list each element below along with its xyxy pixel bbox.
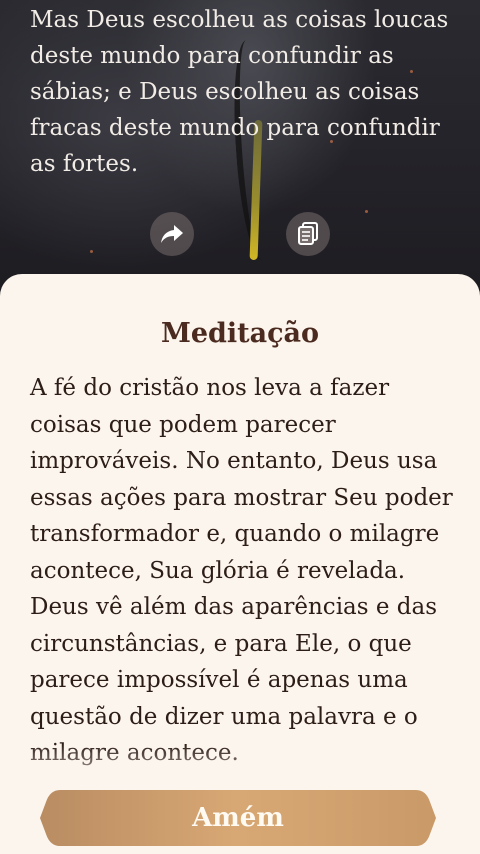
share-button[interactable] xyxy=(150,212,194,256)
verse-text: Mas Deus escolheu as coisas loucas deste… xyxy=(30,7,449,177)
copy-icon xyxy=(298,222,318,245)
meditation-sheet: Meditação A fé do cristão nos leva a faz… xyxy=(0,274,480,854)
amen-button[interactable]: Amém xyxy=(40,788,436,848)
meditation-text: A fé do cristão nos leva a fazer coisas … xyxy=(30,375,453,766)
meditation-title: Meditação xyxy=(160,318,320,349)
amen-button-label: Amém xyxy=(192,803,284,833)
share-arrow-icon xyxy=(161,225,183,243)
ember-particle xyxy=(90,250,93,253)
copy-button[interactable] xyxy=(286,212,330,256)
ember-particle xyxy=(365,210,368,213)
text-fade-overlay xyxy=(0,744,480,794)
